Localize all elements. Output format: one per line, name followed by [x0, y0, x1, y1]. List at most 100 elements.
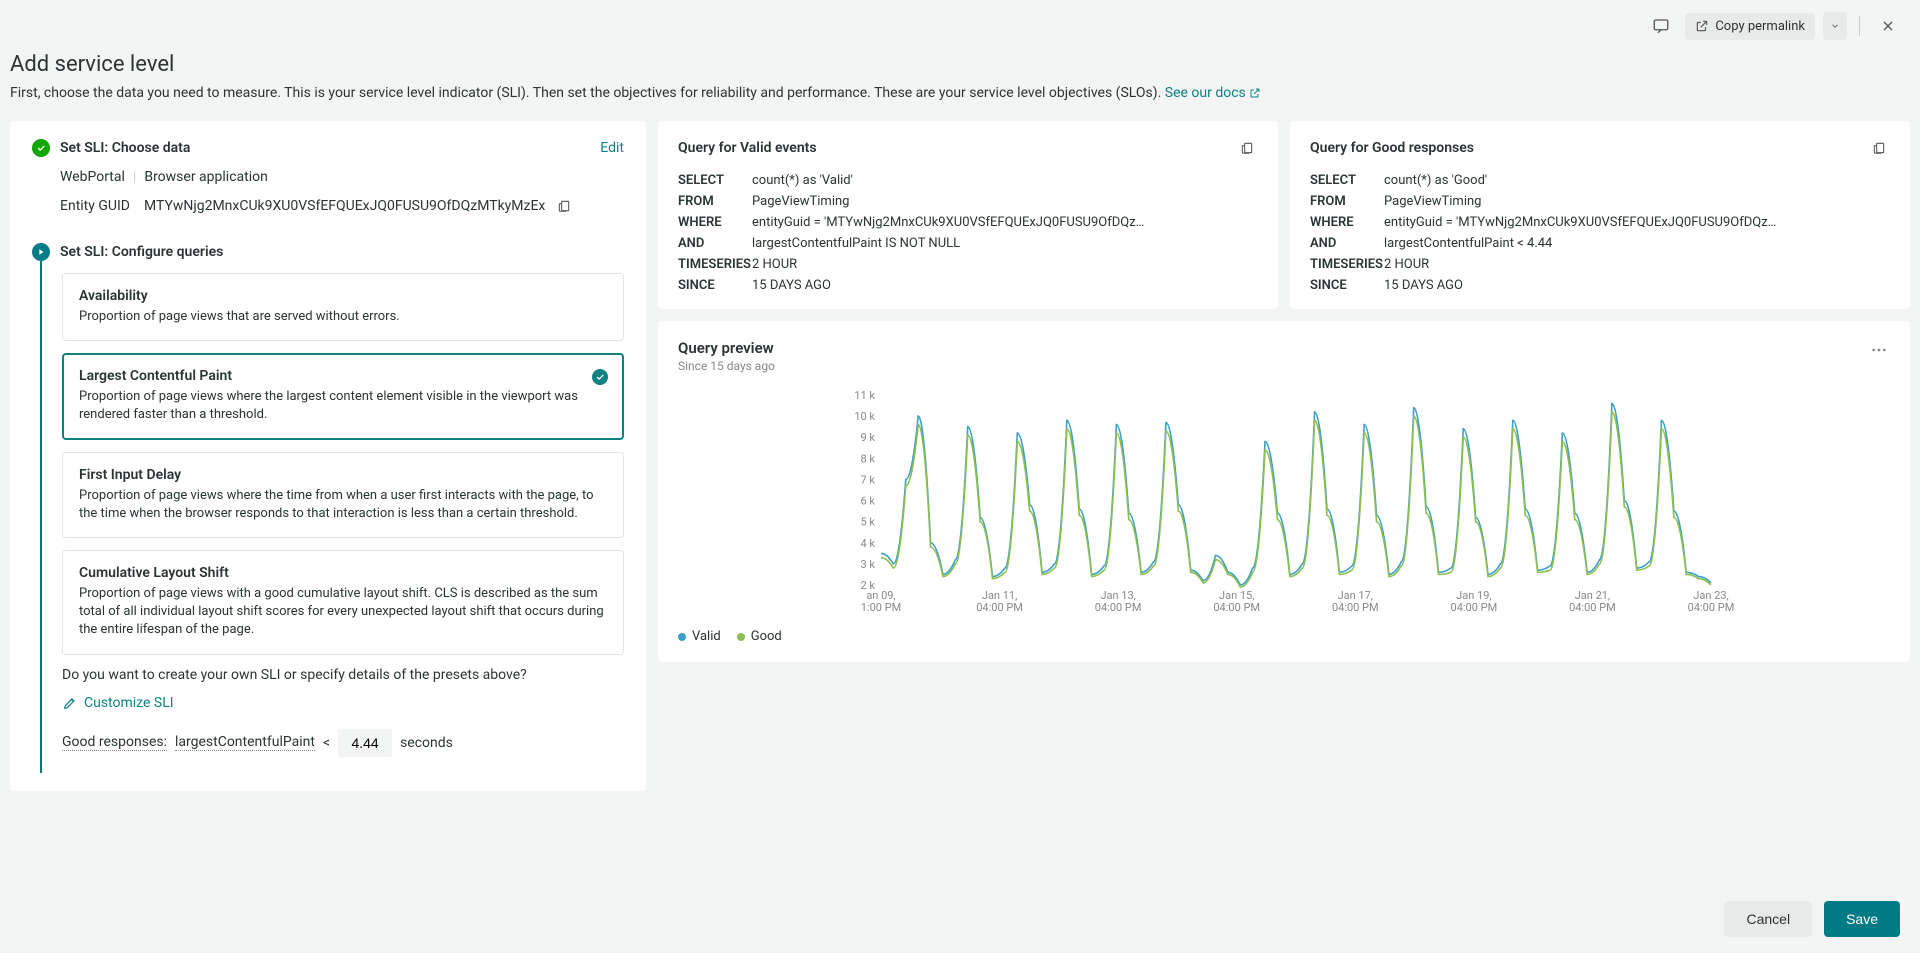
option-desc: Proportion of page views where the time …: [79, 487, 607, 523]
query-key: FROM: [1310, 194, 1384, 209]
option-title: Largest Contentful Paint: [79, 368, 607, 384]
query-key: WHERE: [1310, 215, 1384, 230]
guid-value: MTYwNjg2MnxCUk9XU0VSfEFQUExJQ0FUSU9OfDQz…: [144, 198, 545, 214]
copy-permalink-label: Copy permalink: [1715, 19, 1805, 34]
query-key: SELECT: [1310, 173, 1384, 188]
step1-title: Set SLI: Choose data: [60, 140, 190, 156]
query-valid-card: Query for Valid events SELECTcount(*) as…: [658, 121, 1278, 309]
query-value: 15 DAYS AGO: [752, 278, 1258, 293]
svg-text:04:00 PM: 04:00 PM: [1569, 601, 1616, 614]
svg-text:1:00 PM: 1:00 PM: [861, 601, 901, 614]
svg-text:04:00 PM: 04:00 PM: [1451, 601, 1498, 614]
svg-text:4 k: 4 k: [861, 537, 876, 550]
svg-text:10 k: 10 k: [854, 410, 875, 423]
query-key: FROM: [678, 194, 752, 209]
option-title: Cumulative Layout Shift: [79, 565, 607, 581]
create-own-text: Do you want to create your own SLI or sp…: [62, 667, 624, 683]
comment-icon[interactable]: [1645, 10, 1677, 42]
svg-text:04:00 PM: 04:00 PM: [1688, 601, 1735, 614]
customize-icon: [62, 695, 78, 711]
cancel-button[interactable]: Cancel: [1724, 901, 1812, 937]
query-value: largestContentfulPaint IS NOT NULL: [752, 236, 1258, 251]
edit-step1-link[interactable]: Edit: [600, 140, 624, 156]
query-valid-title: Query for Valid events: [678, 140, 817, 156]
preview-subtitle: Since 15 days ago: [678, 359, 775, 373]
external-link-icon: [1695, 19, 1709, 33]
sli-option-availability[interactable]: Availability Proportion of page views th…: [62, 273, 624, 341]
option-desc: Proportion of page views that are served…: [79, 308, 607, 326]
app-name: WebPortal: [60, 169, 125, 185]
query-key: TIMESERIES: [678, 257, 752, 272]
permalink-dropdown[interactable]: [1823, 12, 1847, 40]
query-value: entityGuid = 'MTYwNjg2MnxCUk9XU0VSfEFQUE…: [1384, 215, 1890, 230]
clipboard-icon: [557, 199, 571, 213]
sli-option-cumulative-layout-shift[interactable]: Cumulative Layout Shift Proportion of pa…: [62, 550, 624, 655]
ellipsis-icon: [1871, 348, 1887, 352]
copy-good-query-button[interactable]: [1868, 137, 1890, 159]
query-value: 15 DAYS AGO: [1384, 278, 1890, 293]
metric-name: largestContentfulPaint: [175, 734, 315, 751]
clipboard-icon: [1872, 141, 1886, 155]
copy-permalink-button[interactable]: Copy permalink: [1685, 13, 1815, 40]
query-value: count(*) as 'Valid': [752, 173, 1258, 188]
customize-sli-link[interactable]: Customize SLI: [62, 695, 624, 711]
external-link-icon: [1249, 87, 1261, 99]
guid-label: Entity GUID: [60, 198, 130, 214]
query-value: count(*) as 'Good': [1384, 173, 1890, 188]
svg-text:7 k: 7 k: [861, 473, 876, 486]
copy-guid-button[interactable]: [553, 195, 575, 217]
clipboard-icon: [1240, 141, 1254, 155]
unit-label: seconds: [400, 735, 453, 751]
query-value: largestContentfulPaint < 4.44: [1384, 236, 1890, 251]
threshold-input[interactable]: [338, 729, 392, 757]
docs-link[interactable]: See our docs: [1165, 85, 1261, 101]
svg-text:11 k: 11 k: [854, 389, 875, 402]
chart-svg: 11 k10 k9 k8 k7 k6 k5 k4 k3 k2 kan 09,1:…: [678, 389, 1890, 619]
good-responses-label: Good responses:: [62, 734, 167, 751]
page-description: First, choose the data you need to measu…: [10, 85, 1900, 101]
option-title: Availability: [79, 288, 607, 304]
step-active-icon: [32, 243, 50, 261]
chevron-down-icon: [1830, 21, 1840, 31]
svg-text:9 k: 9 k: [861, 431, 876, 444]
app-type: Browser application: [144, 169, 268, 185]
close-button[interactable]: [1872, 10, 1904, 42]
query-good-title: Query for Good responses: [1310, 140, 1474, 156]
left-panel: Set SLI: Choose data Edit WebPortal | Br…: [10, 121, 646, 791]
legend-valid: Valid: [678, 629, 721, 644]
page-title: Add service level: [10, 52, 1900, 77]
query-value: 2 HOUR: [1384, 257, 1890, 272]
preview-menu-button[interactable]: [1868, 339, 1890, 361]
sli-option-largest-contentful-paint[interactable]: Largest Contentful Paint Proportion of p…: [62, 353, 624, 439]
svg-text:04:00 PM: 04:00 PM: [976, 601, 1023, 614]
query-key: SELECT: [678, 173, 752, 188]
divider: [1859, 16, 1860, 36]
svg-text:04:00 PM: 04:00 PM: [1332, 601, 1379, 614]
query-key: WHERE: [678, 215, 752, 230]
query-value: PageViewTiming: [752, 194, 1258, 209]
svg-text:5 k: 5 k: [861, 516, 876, 529]
query-key: TIMESERIES: [1310, 257, 1384, 272]
copy-valid-query-button[interactable]: [1236, 137, 1258, 159]
svg-text:6 k: 6 k: [861, 495, 876, 508]
query-key: AND: [678, 236, 752, 251]
query-value: PageViewTiming: [1384, 194, 1890, 209]
query-value: 2 HOUR: [752, 257, 1258, 272]
step-done-icon: [32, 139, 50, 157]
query-key: SINCE: [1310, 278, 1384, 293]
option-title: First Input Delay: [79, 467, 607, 483]
preview-card: Query preview Since 15 days ago 11 k10 k…: [658, 321, 1910, 662]
svg-text:8 k: 8 k: [861, 452, 876, 465]
query-value: entityGuid = 'MTYwNjg2MnxCUk9XU0VSfEFQUE…: [752, 215, 1258, 230]
option-desc: Proportion of page views with a good cum…: [79, 585, 607, 640]
save-button[interactable]: Save: [1824, 901, 1900, 937]
query-key: SINCE: [678, 278, 752, 293]
query-good-card: Query for Good responses SELECTcount(*) …: [1290, 121, 1910, 309]
legend-good: Good: [737, 629, 782, 644]
close-icon: [1880, 18, 1896, 34]
step2-title: Set SLI: Configure queries: [60, 244, 223, 260]
sli-option-first-input-delay[interactable]: First Input Delay Proportion of page vie…: [62, 452, 624, 538]
operator: <: [323, 735, 330, 751]
svg-text:04:00 PM: 04:00 PM: [1213, 601, 1260, 614]
query-key: AND: [1310, 236, 1384, 251]
